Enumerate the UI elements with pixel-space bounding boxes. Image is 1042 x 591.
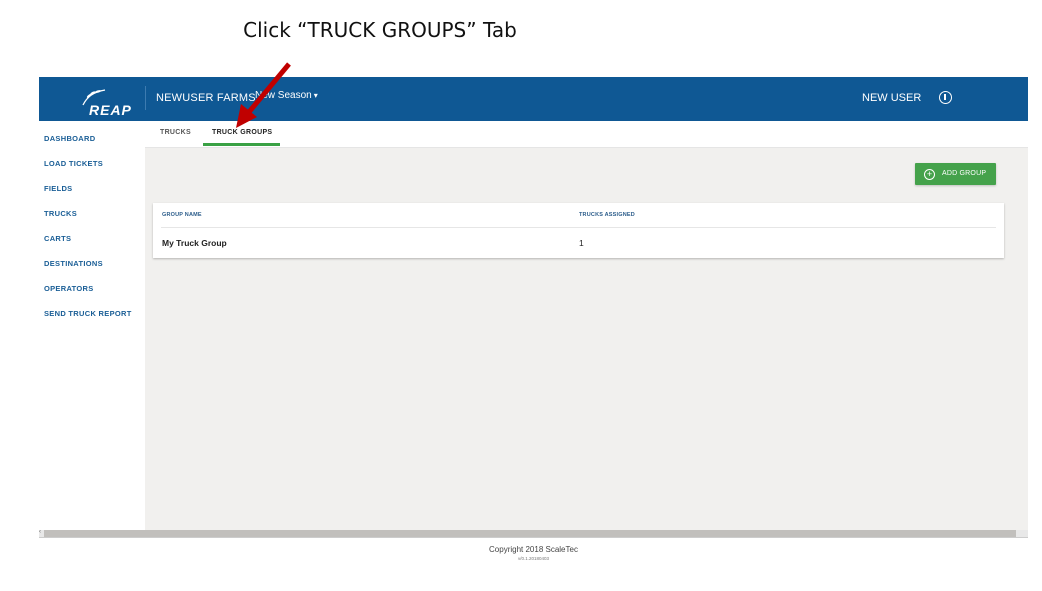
tab-truck-groups[interactable]: TRUCK GROUPS — [212, 129, 272, 136]
tab-trucks[interactable]: TRUCKS — [160, 129, 191, 136]
main-content: + ADD GROUP GROUP NAME TRUCKS ASSIGNED M… — [145, 148, 1028, 530]
header-divider-line — [161, 227, 996, 228]
sidebar-item-fields[interactable]: FIELDS — [44, 184, 72, 193]
version-text: v/0.1.20180403 — [517, 556, 550, 561]
user-circle-icon[interactable] — [939, 91, 952, 104]
reap-logo[interactable]: REAP — [59, 83, 132, 118]
sidebar-item-send-truck-report[interactable]: SEND TRUCK REPORT — [44, 309, 132, 318]
instruction-caption: Click “TRUCK GROUPS” Tab — [243, 18, 517, 42]
sidebar-item-load-tickets[interactable]: LOAD TICKETS — [44, 159, 103, 168]
add-group-label: ADD GROUP — [942, 170, 987, 177]
copyright-text: Copyright 2018 ScaleTec — [489, 545, 578, 554]
header-divider — [145, 86, 146, 110]
sidebar-nav: DASHBOARD LOAD TICKETS FIELDS TRUCKS CAR… — [39, 121, 145, 530]
plus-circle-icon: + — [924, 169, 935, 180]
sidebar-item-trucks[interactable]: TRUCKS — [44, 209, 77, 218]
column-header-trucks-assigned[interactable]: TRUCKS ASSIGNED — [579, 212, 635, 218]
scrollbar-thumb[interactable] — [44, 530, 1016, 537]
top-header: REAP NEWUSER FARMS New Season ▾ NEW USER — [39, 77, 1028, 121]
group-name-cell[interactable]: My Truck Group — [162, 238, 227, 248]
horizontal-scrollbar[interactable]: ‹ — [39, 529, 1028, 537]
sidebar-item-carts[interactable]: CARTS — [44, 234, 71, 243]
farm-name[interactable]: NEWUSER FARMS — [156, 92, 256, 104]
caret-down-icon: ▾ — [313, 91, 318, 100]
season-label: New Season — [255, 90, 312, 101]
column-header-group-name[interactable]: GROUP NAME — [162, 212, 202, 218]
tab-bar: TRUCKS TRUCK GROUPS — [145, 121, 1028, 148]
trucks-assigned-cell: 1 — [579, 238, 584, 248]
scroll-left-arrow-icon[interactable]: ‹ — [39, 529, 41, 535]
user-name[interactable]: NEW USER — [862, 92, 921, 104]
active-tab-indicator — [203, 143, 280, 146]
sidebar-item-operators[interactable]: OPERATORS — [44, 284, 94, 293]
season-dropdown[interactable]: New Season ▾ — [255, 90, 318, 101]
add-group-button[interactable]: + ADD GROUP — [915, 163, 996, 185]
footer-divider — [39, 537, 1028, 538]
sidebar-item-destinations[interactable]: DESTINATIONS — [44, 259, 103, 268]
truck-groups-table: GROUP NAME TRUCKS ASSIGNED My Truck Grou… — [153, 203, 1004, 258]
sidebar-item-dashboard[interactable]: DASHBOARD — [44, 134, 95, 143]
logo-text: REAP — [89, 102, 132, 118]
